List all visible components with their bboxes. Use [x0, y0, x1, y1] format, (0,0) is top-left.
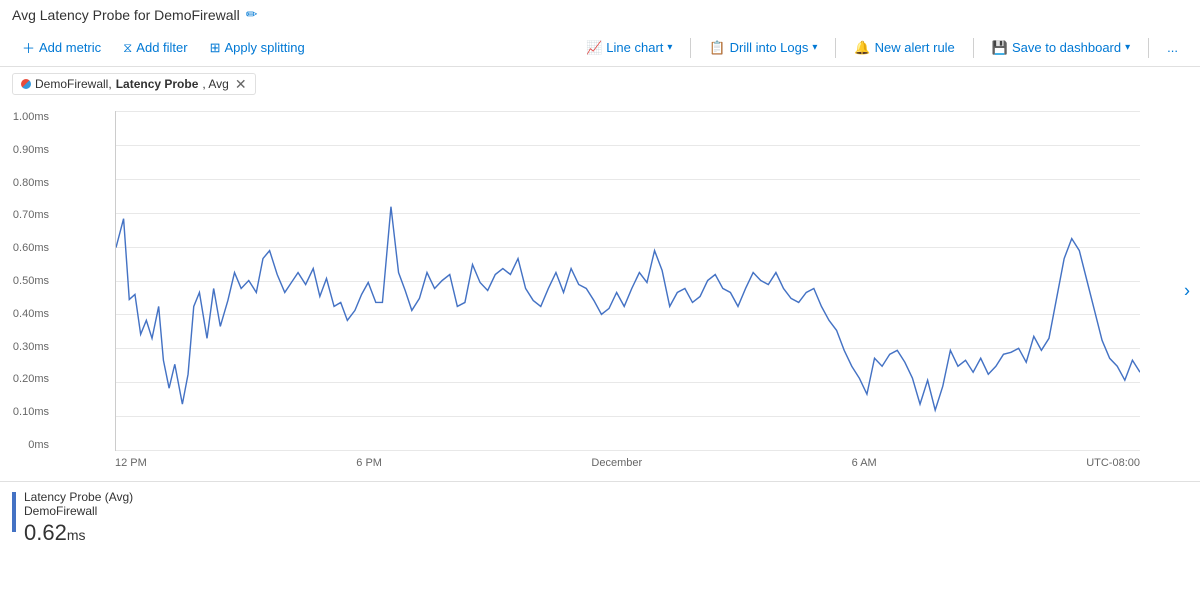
legend-color-bar — [12, 492, 16, 532]
split-icon: ⊞ — [210, 40, 221, 56]
y-label-2: 0.80ms — [13, 177, 49, 189]
x-axis: 12 PM 6 PM December 6 AM UTC-08:00 — [115, 451, 1140, 469]
page-title: Avg Latency Probe for DemoFirewall — [12, 7, 240, 23]
save-to-dashboard-button[interactable]: 💾 Save to dashboard ▾ — [982, 35, 1140, 61]
x-label-december: December — [591, 457, 642, 469]
drill-into-logs-label: Drill into Logs — [730, 40, 809, 55]
tag-color-dot — [21, 79, 31, 89]
separator4 — [1148, 38, 1149, 58]
add-filter-button[interactable]: ⧖ Add filter — [113, 35, 197, 61]
edit-icon[interactable]: ✏ — [246, 6, 258, 23]
separator2 — [835, 38, 836, 58]
y-axis: 1.00ms 0.90ms 0.80ms 0.70ms 0.60ms 0.50m… — [0, 111, 55, 451]
tag-label-normal: DemoFirewall, — [35, 77, 112, 91]
y-label-10: 0ms — [28, 439, 49, 451]
grid-line-10 — [116, 450, 1140, 451]
bell-icon: 🔔 — [854, 40, 870, 56]
y-label-8: 0.20ms — [13, 373, 49, 385]
y-label-0: 1.00ms — [13, 111, 49, 123]
line-chart-icon: 📈 — [586, 40, 602, 56]
metric-tags-area: DemoFirewall, Latency Probe , Avg ✕ — [0, 67, 1200, 101]
new-alert-rule-button[interactable]: 🔔 New alert rule — [844, 35, 964, 61]
toolbar-right: 📈 Line chart ▾ 📋 Drill into Logs ▾ 🔔 New… — [576, 35, 1188, 61]
legend-resource: DemoFirewall — [24, 504, 133, 518]
legend-series-name: Latency Probe (Avg) — [24, 490, 133, 504]
plus-icon: ＋ — [22, 38, 35, 57]
y-label-6: 0.40ms — [13, 308, 49, 320]
chevron-down-icon-logs: ▾ — [812, 42, 817, 53]
y-label-4: 0.60ms — [13, 242, 49, 254]
toolbar-left: ＋ Add metric ⧖ Add filter ⊞ Apply splitt… — [12, 33, 576, 62]
more-options-label: ... — [1167, 40, 1178, 55]
y-label-3: 0.70ms — [13, 209, 49, 221]
chart-inner — [115, 111, 1140, 451]
save-icon: 💾 — [992, 40, 1008, 56]
y-label-1: 0.90ms — [13, 144, 49, 156]
legend-unit: ms — [67, 527, 86, 543]
line-chart-button[interactable]: 📈 Line chart ▾ — [576, 35, 682, 61]
legend-value: 0.62ms — [24, 520, 133, 546]
line-chart-label: Line chart — [606, 40, 663, 55]
legend-info: Latency Probe (Avg) DemoFirewall 0.62ms — [24, 490, 133, 546]
x-label-12pm: 12 PM — [115, 457, 147, 469]
chevron-down-icon: ▾ — [667, 42, 672, 53]
drill-into-logs-button[interactable]: 📋 Drill into Logs ▾ — [699, 35, 827, 61]
toolbar: ＋ Add metric ⧖ Add filter ⊞ Apply splitt… — [0, 29, 1200, 67]
apply-splitting-label: Apply splitting — [225, 40, 305, 55]
add-metric-button[interactable]: ＋ Add metric — [12, 33, 111, 62]
tag-label-suffix: , Avg — [202, 77, 228, 91]
y-label-7: 0.30ms — [13, 341, 49, 353]
legend-value-number: 0.62 — [24, 520, 67, 545]
chart-svg — [116, 111, 1140, 450]
x-label-utc: UTC-08:00 — [1086, 457, 1140, 469]
y-label-5: 0.50ms — [13, 275, 49, 287]
new-alert-rule-label: New alert rule — [875, 40, 955, 55]
apply-splitting-button[interactable]: ⊞ Apply splitting — [200, 35, 315, 61]
add-metric-label: Add metric — [39, 40, 101, 55]
y-label-9: 0.10ms — [13, 406, 49, 418]
x-label-6am: 6 AM — [852, 457, 877, 469]
chart-nav-right[interactable]: › — [1184, 281, 1190, 302]
add-filter-label: Add filter — [136, 40, 187, 55]
logs-icon: 📋 — [709, 40, 725, 56]
save-to-dashboard-label: Save to dashboard — [1012, 40, 1121, 55]
chart-area: 1.00ms 0.90ms 0.80ms 0.70ms 0.60ms 0.50m… — [0, 101, 1200, 481]
filter-icon: ⧖ — [123, 40, 132, 56]
separator3 — [973, 38, 974, 58]
legend-area: Latency Probe (Avg) DemoFirewall 0.62ms — [0, 481, 1200, 554]
chevron-down-icon-save: ▾ — [1125, 42, 1130, 53]
more-options-button[interactable]: ... — [1157, 35, 1188, 60]
title-row: Avg Latency Probe for DemoFirewall ✏ — [0, 0, 1200, 29]
tag-label-bold: Latency Probe — [116, 77, 199, 91]
tag-remove-button[interactable]: ✕ — [235, 77, 247, 91]
separator — [690, 38, 691, 58]
metric-tag: DemoFirewall, Latency Probe , Avg ✕ — [12, 73, 256, 95]
x-label-6pm: 6 PM — [356, 457, 382, 469]
